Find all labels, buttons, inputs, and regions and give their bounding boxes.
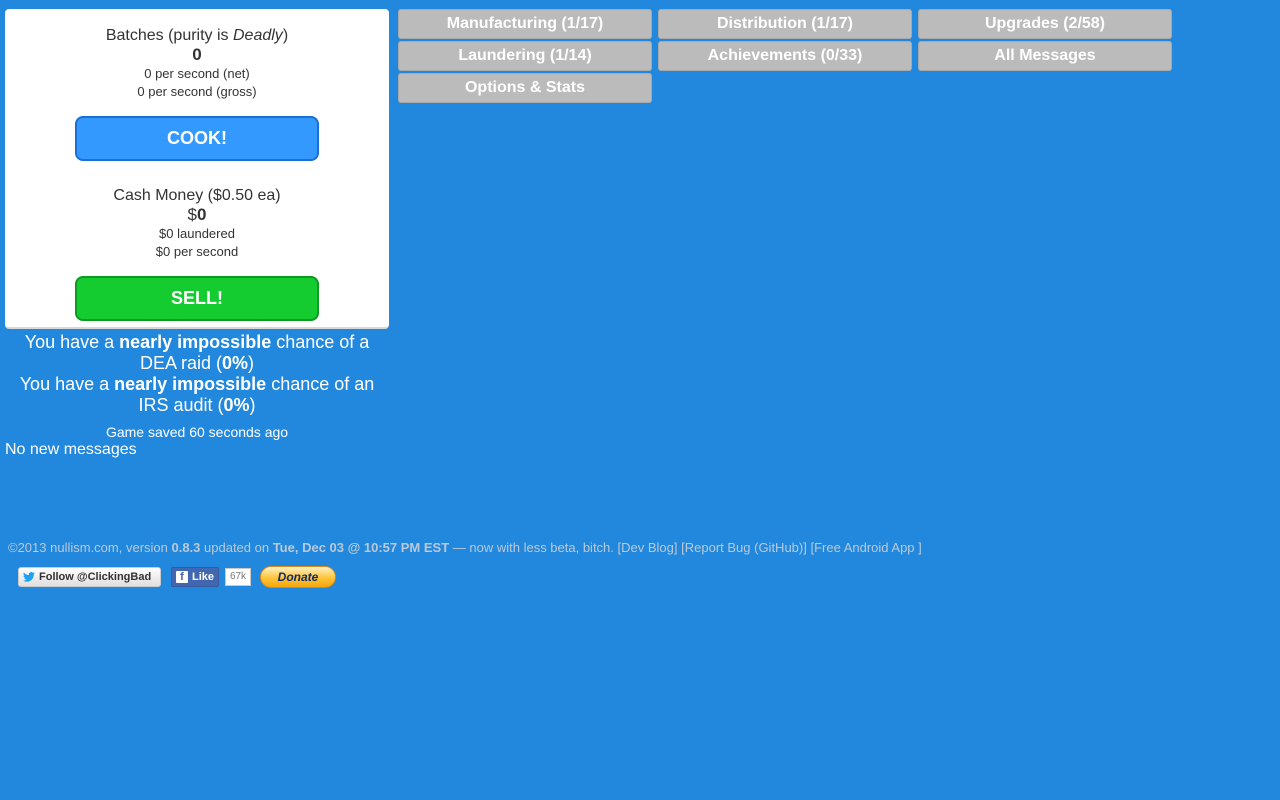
donate-button[interactable]: Donate xyxy=(260,566,336,588)
twitter-follow-label: Follow @ClickingBad xyxy=(39,571,152,583)
tab-distribution[interactable]: Distribution (1/17) xyxy=(658,9,912,39)
footer-copyright: ©2013 nullism.com, version xyxy=(8,540,172,555)
batches-title-prefix: Batches (purity is xyxy=(105,27,233,44)
cash-amount: $0 xyxy=(5,205,389,225)
android-app-link[interactable]: [Free Android App ] xyxy=(810,540,921,555)
tab-all-messages[interactable]: All Messages xyxy=(918,41,1172,71)
facebook-icon: f xyxy=(176,571,188,583)
twitter-follow-button[interactable]: Follow @ClickingBad xyxy=(18,567,161,587)
tab-upgrades[interactable]: Upgrades (2/58) xyxy=(918,9,1172,39)
purity-level: Deadly xyxy=(233,27,283,44)
dea-end: ) xyxy=(248,353,255,373)
cash-currency: $ xyxy=(187,205,197,224)
footer-updated-on: updated on xyxy=(200,540,273,555)
footer-version: 0.8.3 xyxy=(171,540,201,555)
irs-percent: 0% xyxy=(223,395,250,415)
cash-rate: $0 per second xyxy=(155,244,239,259)
save-status: Game saved 60 seconds ago xyxy=(105,424,289,440)
irs-risk: You have a nearly impossible chance of a… xyxy=(5,374,389,416)
main-panel: Batches (purity is Deadly) 0 0 per secon… xyxy=(5,9,389,329)
twitter-icon xyxy=(23,572,35,582)
dea-prefix: You have a xyxy=(24,332,120,352)
dea-level: nearly impossible xyxy=(119,332,272,352)
irs-end: ) xyxy=(249,395,256,415)
cash-title: Cash Money ($0.50 ea) xyxy=(113,187,281,204)
batches-count: 0 xyxy=(192,45,202,64)
risk-info: You have a nearly impossible chance of a… xyxy=(5,332,389,416)
report-bug-link[interactable]: [Report Bug (GitHub)] xyxy=(681,540,807,555)
sell-button[interactable]: SELL! xyxy=(75,276,319,321)
batches-gross-rate: 0 per second (gross) xyxy=(137,84,257,99)
batches-title-suffix: ) xyxy=(282,27,289,44)
footer-tagline: — now with less beta, bitch. xyxy=(449,540,618,555)
tab-laundering[interactable]: Laundering (1/14) xyxy=(398,41,652,71)
tab-manufacturing[interactable]: Manufacturing (1/17) xyxy=(398,9,652,39)
footer: ©2013 nullism.com, version 0.8.3 updated… xyxy=(8,539,922,557)
dea-percent: 0% xyxy=(222,353,249,373)
cash-laundered: $0 laundered xyxy=(159,226,235,241)
irs-level: nearly impossible xyxy=(114,374,267,394)
footer-date: Tue, Dec 03 @ 10:57 PM EST xyxy=(272,540,450,555)
cook-button[interactable]: COOK! xyxy=(75,116,319,161)
irs-prefix: You have a xyxy=(19,374,115,394)
facebook-like-label: Like xyxy=(192,571,215,583)
dev-blog-link[interactable]: [Dev Blog] xyxy=(618,540,678,555)
dea-risk: You have a nearly impossible chance of a… xyxy=(5,332,389,374)
tab-achievements[interactable]: Achievements (0/33) xyxy=(658,41,912,71)
facebook-like-button[interactable]: f Like xyxy=(171,567,219,587)
facebook-like-count: 67k xyxy=(225,568,251,586)
batches-title: Batches (purity is Deadly) xyxy=(5,27,389,45)
cash-value: 0 xyxy=(197,205,207,224)
batches-net-rate: 0 per second (net) xyxy=(144,66,250,81)
messages-status: No new messages xyxy=(5,441,137,458)
tab-options-stats[interactable]: Options & Stats xyxy=(398,73,652,103)
